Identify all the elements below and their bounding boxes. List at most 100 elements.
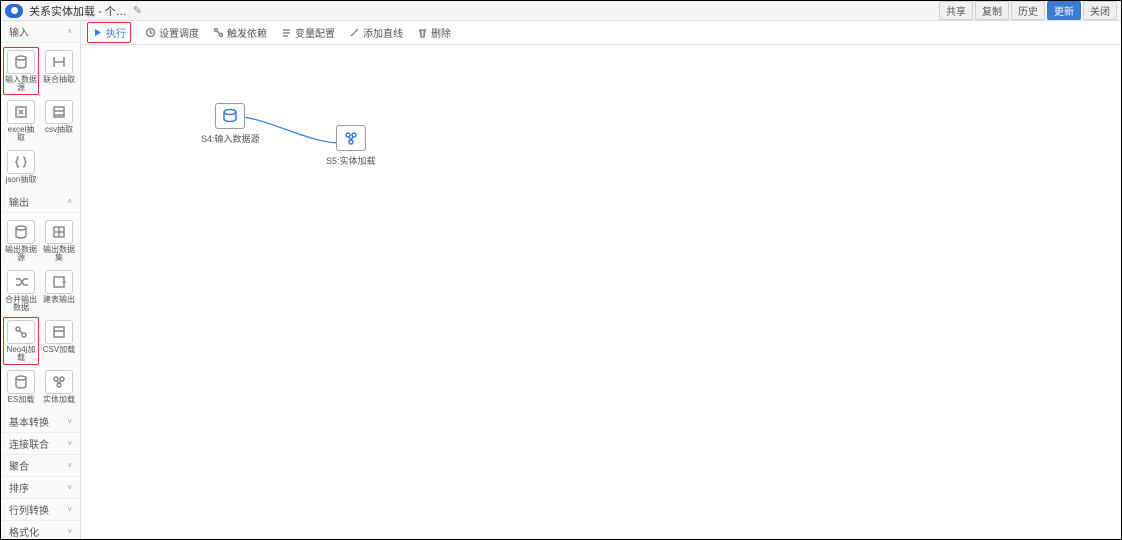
edit-title-icon[interactable]: ✎: [133, 4, 142, 17]
merge-icon: [52, 55, 66, 69]
tool-label: 输出数据源: [4, 246, 38, 262]
database-out-icon: [14, 225, 28, 239]
tool-entity-load[interactable]: 实体加载: [41, 367, 77, 407]
category-format[interactable]: 格式化 ˅: [1, 521, 80, 539]
entity-icon: [52, 375, 66, 389]
merge-out-icon: [14, 275, 28, 289]
schedule-icon: [145, 27, 156, 38]
line-icon: [349, 27, 360, 38]
tool-merge-output[interactable]: 合并输出数据: [3, 267, 39, 315]
tool-input-source[interactable]: 输入数据源: [3, 47, 39, 95]
node-input-source[interactable]: S4:输入数据源: [201, 103, 260, 145]
chevron-up-icon: ˄: [67, 27, 72, 36]
variables-button[interactable]: 变量配置: [281, 25, 335, 40]
tool-label: 建表输出: [43, 296, 75, 304]
category-label: 输出: [9, 194, 29, 209]
database-icon: [222, 108, 238, 124]
tool-label: 输出数据集: [42, 246, 76, 262]
category-rowcol-transform[interactable]: 行列转换 ˅: [1, 499, 80, 521]
toolbar-label: 添加直线: [363, 25, 403, 40]
category-label: 连接联合: [9, 436, 49, 451]
tool-csv-extract[interactable]: csv抽取: [41, 97, 77, 145]
toolbar-label: 触发依赖: [227, 25, 267, 40]
update-button[interactable]: 更新: [1047, 1, 1081, 20]
dataset-icon: [52, 225, 66, 239]
tool-json-extract[interactable]: json抽取: [3, 147, 39, 187]
tool-excel-extract[interactable]: excel抽取: [3, 97, 39, 145]
category-input[interactable]: 输入 ˄: [1, 21, 80, 43]
graph-icon: [14, 325, 28, 339]
chevron-down-icon: ˅: [67, 417, 72, 426]
variables-icon: [281, 27, 292, 38]
node-entity-load[interactable]: S5:实体加载: [326, 125, 376, 167]
category-label: 格式化: [9, 524, 39, 539]
trash-icon: [417, 27, 428, 38]
es-icon: [14, 375, 28, 389]
tool-table-output[interactable]: 建表输出: [41, 267, 77, 315]
tool-neo4j-load[interactable]: Neo4j加载: [3, 317, 39, 365]
node-label: S5:实体加载: [326, 154, 376, 167]
category-basic-transform[interactable]: 基本转换 ˅: [1, 411, 80, 433]
category-label: 排序: [9, 480, 29, 495]
delete-button[interactable]: 删除: [417, 25, 451, 40]
page-title: 关系实体加载 - 个…: [29, 3, 127, 19]
run-button[interactable]: 执行: [87, 22, 131, 43]
canvas-toolbar: 执行 设置调度 触发依赖 变量配置 添加直线 删除: [81, 21, 1121, 45]
tool-label: 合并输出数据: [4, 296, 38, 312]
copy-button[interactable]: 复制: [975, 1, 1009, 20]
chevron-down-icon: ˅: [67, 483, 72, 492]
node-label: S4:输入数据源: [201, 132, 260, 145]
app-logo-icon: [5, 4, 23, 18]
close-button[interactable]: 关闭: [1083, 1, 1117, 20]
toolbar-label: 变量配置: [295, 25, 335, 40]
tool-label: excel抽取: [4, 126, 38, 142]
tool-label: csv抽取: [45, 126, 73, 134]
tool-merge-extract[interactable]: 联合抽取: [41, 47, 77, 95]
entity-icon: [343, 130, 359, 146]
chevron-up-icon: ˄: [67, 197, 72, 206]
trigger-button[interactable]: 触发依赖: [213, 25, 267, 40]
header-actions: 共享 复制 历史 更新 关闭: [939, 1, 1117, 20]
schedule-button[interactable]: 设置调度: [145, 25, 199, 40]
tool-label: 联合抽取: [43, 76, 75, 84]
chevron-down-icon: ˅: [67, 461, 72, 470]
tool-label: 输入数据源: [4, 76, 38, 92]
toolbar-label: 删除: [431, 25, 451, 40]
history-button[interactable]: 历史: [1011, 1, 1045, 20]
category-sort[interactable]: 排序 ˅: [1, 477, 80, 499]
database-icon: [14, 55, 28, 69]
tool-label: ES加载: [8, 396, 35, 404]
tool-label: CSV加载: [43, 346, 75, 354]
tool-label: json抽取: [6, 176, 37, 184]
category-label: 行列转换: [9, 502, 49, 517]
tool-output-dataset[interactable]: 输出数据集: [41, 217, 77, 265]
add-line-button[interactable]: 添加直线: [349, 25, 403, 40]
toolbar-label: 执行: [106, 25, 126, 40]
category-label: 基本转换: [9, 414, 49, 429]
category-label: 输入: [9, 24, 29, 39]
chevron-down-icon: ˅: [67, 505, 72, 514]
workflow-canvas[interactable]: S4:输入数据源 S5:实体加载: [81, 45, 1121, 539]
category-output[interactable]: 输出 ˄: [1, 191, 80, 213]
toolbar-label: 设置调度: [159, 25, 199, 40]
csv-icon: [52, 105, 66, 119]
json-icon: [14, 155, 28, 169]
category-aggregate[interactable]: 聚合 ˅: [1, 455, 80, 477]
dependency-icon: [213, 27, 224, 38]
tool-csv-load[interactable]: CSV加载: [41, 317, 77, 365]
share-button[interactable]: 共享: [939, 1, 973, 20]
category-label: 聚合: [9, 458, 29, 473]
csv-load-icon: [52, 325, 66, 339]
table-out-icon: [52, 275, 66, 289]
tool-label: 实体加载: [43, 396, 75, 404]
play-icon: [92, 27, 103, 38]
component-sidebar: 输入 ˄ 输入数据源 联合抽取 excel抽取 csv抽取 json抽取: [1, 21, 81, 539]
chevron-down-icon: ˅: [67, 527, 72, 536]
category-join[interactable]: 连接联合 ˅: [1, 433, 80, 455]
tool-label: Neo4j加载: [4, 346, 38, 362]
tool-output-source[interactable]: 输出数据源: [3, 217, 39, 265]
title-bar: 关系实体加载 - 个… ✎ 共享 复制 历史 更新 关闭: [1, 1, 1121, 21]
chevron-down-icon: ˅: [67, 439, 72, 448]
excel-icon: [14, 105, 28, 119]
tool-es-load[interactable]: ES加载: [3, 367, 39, 407]
